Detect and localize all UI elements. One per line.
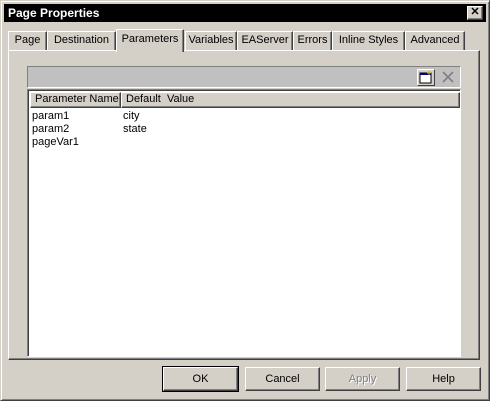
tab-inline-styles[interactable]: Inline Styles [332,31,405,50]
column-header-label: Default Value [126,93,195,105]
tab-label: Inline Styles [338,34,399,46]
apply-button[interactable]: Apply [325,367,400,391]
cancel-button[interactable]: Cancel [245,367,320,391]
tab-errors[interactable]: Errors [293,31,332,50]
column-header-label: Parameter Name [35,93,119,105]
list-item[interactable]: param2 state [32,123,458,136]
parameters-list[interactable]: Parameter Name Default Value param1 city… [27,89,461,357]
help-button[interactable]: Help [406,367,481,391]
delete-row-icon [442,71,454,83]
apply-button-label: Apply [348,373,377,385]
list-toolbar [27,66,461,88]
ok-button[interactable]: OK [162,366,239,392]
list-header: Parameter Name Default Value [30,92,460,108]
help-button-label: Help [432,373,455,385]
new-row-icon [419,71,432,84]
window-title: Page Properties [8,6,100,20]
parameter-name-cell: param2 [32,123,70,135]
list-item[interactable]: pageVar1 [32,136,458,149]
tab-easerver[interactable]: EAServer [237,31,293,50]
parameter-name-cell: pageVar1 [32,136,79,148]
tab-label: Destination [53,34,110,46]
cancel-button-label: Cancel [265,373,300,385]
title-bar[interactable]: Page Properties ✕ [4,4,486,22]
tab-label: EAServer [241,34,289,46]
list-rows: param1 city param2 state pageVar1 [32,110,458,149]
tab-label: Page [14,34,41,46]
close-button[interactable]: ✕ [467,6,483,20]
tab-page[interactable]: Page [8,31,47,50]
default-value-cell: city [123,110,140,122]
tab-destination[interactable]: Destination [47,31,116,50]
list-item[interactable]: param1 city [32,110,458,123]
tab-advanced[interactable]: Advanced [405,31,465,50]
tab-label: Parameters [121,33,179,45]
column-header-default-value[interactable]: Default Value [121,92,460,108]
tab-variables[interactable]: Variables [185,31,237,50]
tab-parameters[interactable]: Parameters [116,29,184,52]
close-icon: ✕ [470,6,480,18]
tab-label: Variables [188,34,234,46]
delete-row-button[interactable] [439,69,457,86]
parameter-name-cell: param1 [32,110,70,122]
ok-button-label: OK [192,373,209,385]
tab-label: Advanced [410,34,460,46]
default-value-cell: state [123,123,147,135]
tab-label: Errors [297,34,328,46]
column-header-parameter-name[interactable]: Parameter Name [30,92,121,108]
add-row-button[interactable] [417,69,435,86]
